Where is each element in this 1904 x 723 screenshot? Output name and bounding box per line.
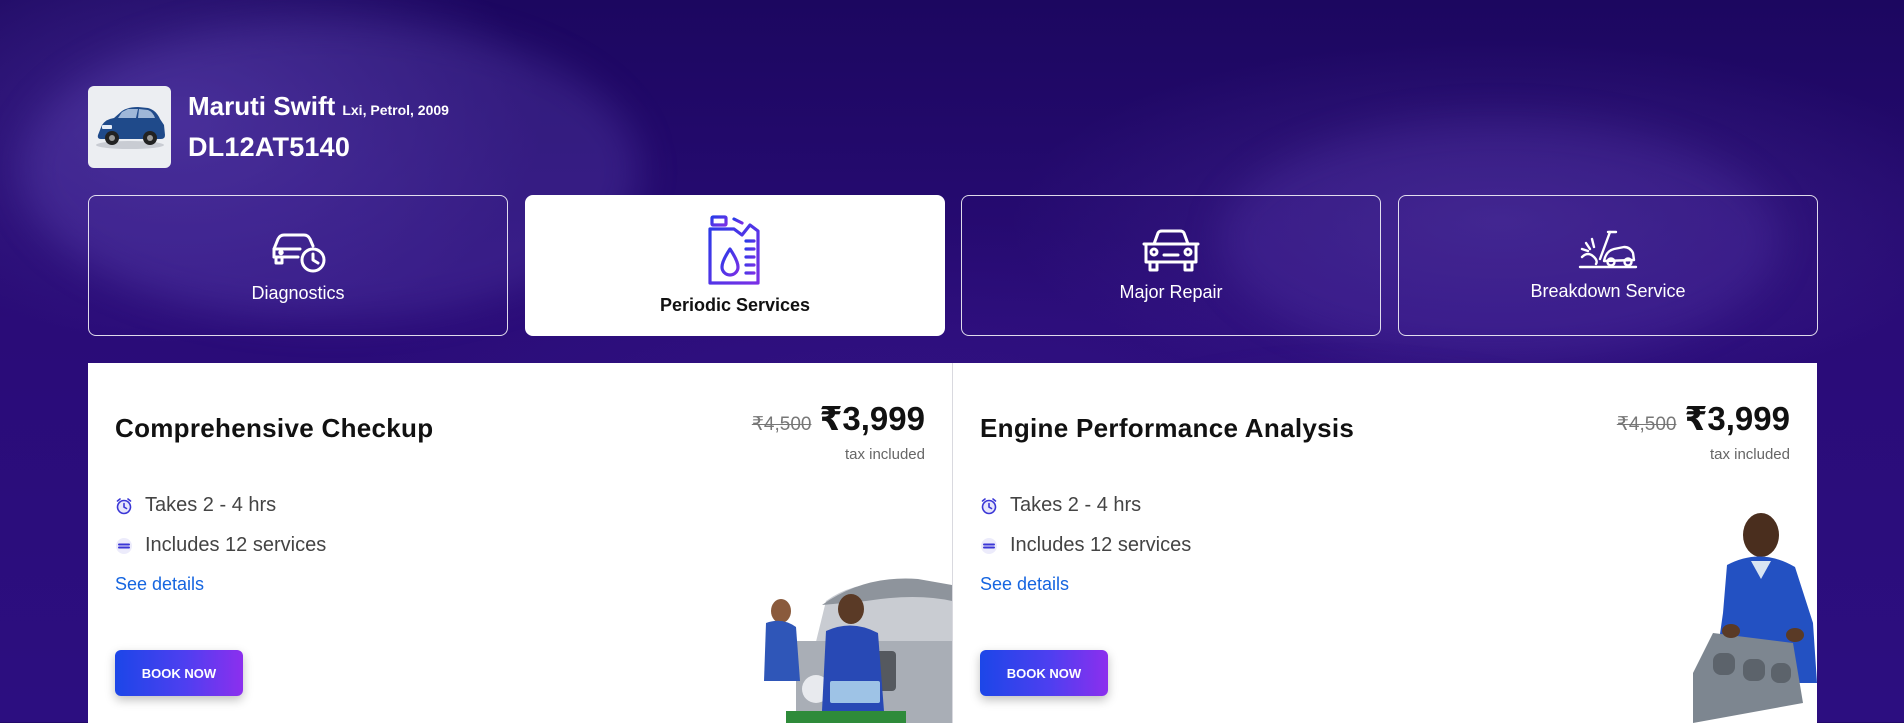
tab-label: Diagnostics bbox=[251, 283, 345, 303]
duration-text: Takes 2 - 4 hrs bbox=[145, 494, 277, 516]
includes-row: Includes 12 services bbox=[980, 534, 1191, 557]
service-card-engine-performance-analysis: Engine Performance Analysis ₹4,500 ₹3,99… bbox=[953, 363, 1817, 723]
car-variant: Lxi, Petrol, 2009 bbox=[342, 102, 449, 118]
list-icon bbox=[980, 537, 998, 555]
tab-periodic-services[interactable]: Periodic Services bbox=[525, 195, 945, 336]
tab-breakdown-service[interactable]: Breakdown Service bbox=[1398, 195, 1818, 336]
price-box: ₹4,500 ₹3,999 tax included bbox=[1617, 399, 1790, 463]
includes-text: Includes 12 services bbox=[145, 534, 327, 556]
duration-text: Takes 2 - 4 hrs bbox=[1010, 494, 1142, 516]
alarm-clock-icon bbox=[980, 497, 998, 515]
service-category-tabs: Diagnostics Periodic Services Major Repa… bbox=[88, 195, 1818, 336]
alarm-clock-icon bbox=[115, 497, 133, 515]
includes-row: Includes 12 services bbox=[115, 534, 326, 557]
service-list-panel: Comprehensive Checkup ₹4,500 ₹3,999 tax … bbox=[88, 363, 1817, 723]
duration-row: Takes 2 - 4 hrs bbox=[115, 494, 276, 517]
book-now-button[interactable]: BOOK NOW bbox=[115, 650, 243, 696]
car-name: Maruti Swift bbox=[188, 91, 336, 121]
mechanics-car-photo bbox=[764, 578, 952, 723]
includes-text: Includes 12 services bbox=[1010, 534, 1192, 556]
see-details-link[interactable]: See details bbox=[980, 574, 1069, 595]
duration-row: Takes 2 - 4 hrs bbox=[980, 494, 1141, 517]
mechanic-engine-photo bbox=[1693, 513, 1817, 723]
service-card-comprehensive-checkup: Comprehensive Checkup ₹4,500 ₹3,999 tax … bbox=[88, 363, 952, 723]
car-image-icon bbox=[95, 107, 165, 149]
service-title: Comprehensive Checkup bbox=[115, 413, 434, 443]
original-price: ₹4,500 bbox=[1616, 414, 1677, 435]
price-box: ₹4,500 ₹3,999 tax included bbox=[752, 399, 925, 463]
vehicle-header: Maruti Swift Lxi, Petrol, 2009 DL12AT514… bbox=[88, 86, 449, 168]
car-thumbnail bbox=[88, 86, 171, 168]
oil-can-icon bbox=[708, 215, 760, 285]
book-now-button[interactable]: BOOK NOW bbox=[980, 650, 1108, 696]
car-front-icon bbox=[1142, 229, 1200, 272]
tax-note: tax included bbox=[1709, 446, 1790, 463]
tax-note: tax included bbox=[844, 446, 925, 463]
tab-label: Periodic Services bbox=[659, 295, 811, 315]
see-details-link[interactable]: See details bbox=[115, 574, 204, 595]
list-icon bbox=[115, 537, 133, 555]
tab-label: Breakdown Service bbox=[1530, 281, 1686, 301]
tab-label: Major Repair bbox=[1119, 282, 1223, 302]
license-plate: DL12AT5140 bbox=[188, 132, 351, 162]
tab-major-repair[interactable]: Major Repair bbox=[961, 195, 1381, 336]
discounted-price: ₹3,999 bbox=[1684, 400, 1790, 437]
car-crash-icon bbox=[1578, 230, 1638, 269]
service-title: Engine Performance Analysis bbox=[980, 413, 1355, 443]
car-clock-icon bbox=[272, 233, 326, 273]
discounted-price: ₹3,999 bbox=[819, 400, 925, 437]
original-price: ₹4,500 bbox=[751, 414, 812, 435]
tab-diagnostics[interactable]: Diagnostics bbox=[88, 195, 508, 336]
